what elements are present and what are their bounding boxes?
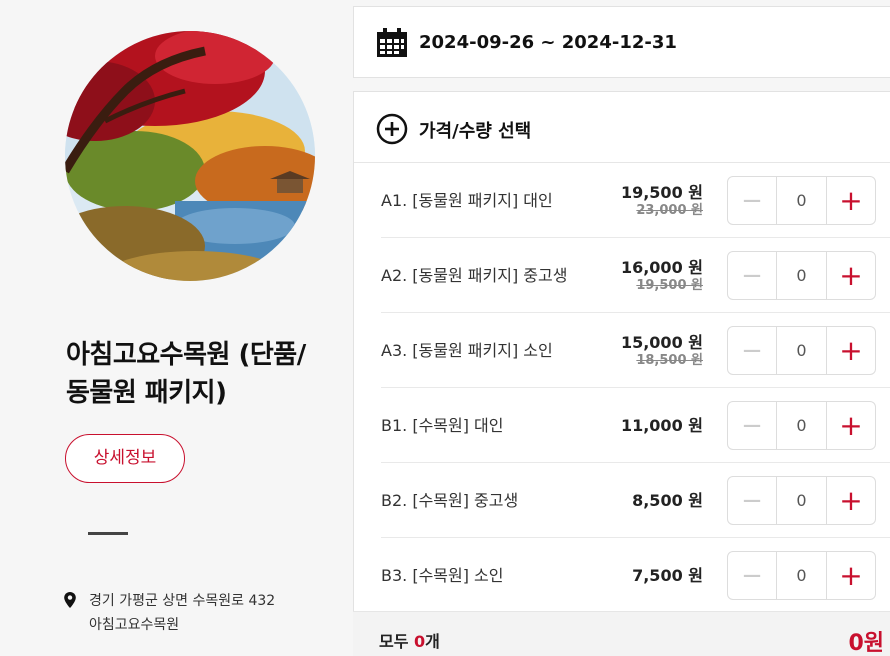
ticket-name: A1. [동물원 패키지] 대인 [381, 191, 553, 210]
total-count-suffix: 개 [425, 632, 440, 651]
quantity-value[interactable]: 0 [777, 552, 826, 599]
quantity-value[interactable]: 0 [777, 477, 826, 524]
address-place: 아침고요수목원 [89, 617, 180, 633]
quantity-stepper: − 0 + [727, 401, 876, 450]
quantity-stepper: − 0 + [727, 251, 876, 300]
plus-icon[interactable]: + [826, 252, 875, 299]
ticket-name: B3. [수목원] 소인 [381, 566, 504, 585]
sale-price: 7,500 원 [632, 565, 703, 585]
ticket-name: A3. [동물원 패키지] 소인 [381, 341, 553, 360]
original-price: 23,000 원 [636, 203, 703, 218]
map-pin-icon [64, 592, 76, 608]
address-line: 경기 가평군 상면 수목원로 432 [89, 593, 276, 609]
plus-icon[interactable]: + [826, 552, 875, 599]
minus-icon[interactable]: − [728, 402, 777, 449]
total-count-value: 0 [414, 632, 426, 651]
ticket-row: A3. [동물원 패키지] 소인 15,000 원 18,500 원 − 0 + [381, 313, 890, 388]
option-header: 가격/수량 선택 [354, 92, 890, 163]
option-title: 가격/수량 선택 [419, 121, 532, 142]
detail-info-button[interactable]: 상세정보 [65, 434, 185, 483]
total-count-prefix: 모두 [379, 632, 415, 651]
minus-icon[interactable]: − [728, 252, 777, 299]
ticket-row: B3. [수목원] 소인 7,500 원 − 0 + [381, 538, 890, 613]
sale-price: 8,500 원 [632, 490, 703, 510]
plus-icon[interactable]: + [826, 327, 875, 374]
price-box: 11,000 원 [621, 388, 703, 463]
minus-icon[interactable]: − [728, 477, 777, 524]
total-price: 0원 [848, 631, 884, 656]
ticket-name: A2. [동물원 패키지] 중고생 [381, 266, 568, 285]
calendar-icon [377, 28, 407, 57]
plus-icon[interactable]: + [826, 177, 875, 224]
quantity-value[interactable]: 0 [777, 177, 826, 224]
divider [88, 532, 128, 535]
quantity-stepper: − 0 + [727, 326, 876, 375]
price-box: 7,500 원 [632, 538, 703, 613]
sale-price: 15,000 원 [620, 333, 703, 352]
sale-price: 16,000 원 [620, 258, 703, 277]
product-info-panel: 아침고요수목원 (단품/동물원 패키지) 상세정보 경기 가평군 상면 수목원로… [0, 0, 352, 656]
quantity-value[interactable]: 0 [777, 327, 826, 374]
ticket-name: B1. [수목원] 대인 [381, 416, 504, 435]
total-footer: 모두 0개 0원 [353, 611, 890, 656]
price-box: 16,000 원 19,500 원 [621, 238, 703, 313]
price-box: 15,000 원 18,500 원 [621, 313, 703, 388]
plus-icon[interactable]: + [826, 477, 875, 524]
ticket-name: B2. [수목원] 중고생 [381, 491, 519, 510]
quantity-stepper: − 0 + [727, 176, 876, 225]
ticket-row: A1. [동물원 패키지] 대인 19,500 원 23,000 원 − 0 + [381, 163, 890, 238]
quantity-value[interactable]: 0 [777, 252, 826, 299]
original-price: 18,500 원 [636, 353, 703, 368]
ticket-row: A2. [동물원 패키지] 중고생 16,000 원 19,500 원 − 0 … [381, 238, 890, 313]
quantity-stepper: − 0 + [727, 476, 876, 525]
sale-price: 11,000 원 [620, 415, 703, 435]
plus-circle-icon [376, 113, 408, 145]
product-title: 아침고요수목원 (단품/동물원 패키지) [66, 340, 306, 408]
plus-icon[interactable]: + [826, 402, 875, 449]
minus-icon[interactable]: − [728, 177, 777, 224]
minus-icon[interactable]: − [728, 327, 777, 374]
total-count: 모두 0개 [379, 628, 440, 652]
original-price: 19,500 원 [636, 278, 703, 293]
price-box: 8,500 원 [632, 463, 703, 538]
date-range-card: 2024-09-26 ~ 2024-12-31 [353, 6, 890, 78]
price-box: 19,500 원 23,000 원 [621, 163, 703, 238]
quantity-value[interactable]: 0 [777, 402, 826, 449]
product-photo [65, 31, 315, 281]
date-range: 2024-09-26 ~ 2024-12-31 [419, 32, 677, 53]
ticket-row: B2. [수목원] 중고생 8,500 원 − 0 + [381, 463, 890, 538]
minus-icon[interactable]: − [728, 552, 777, 599]
address: 경기 가평군 상면 수목원로 432 아침고요수목원 [89, 589, 275, 637]
price-quantity-card: 가격/수량 선택 A1. [동물원 패키지] 대인 19,500 원 23,00… [353, 91, 890, 656]
ticket-row: B1. [수목원] 대인 11,000 원 − 0 + [381, 388, 890, 463]
quantity-stepper: − 0 + [727, 551, 876, 600]
sale-price: 19,500 원 [620, 183, 703, 202]
